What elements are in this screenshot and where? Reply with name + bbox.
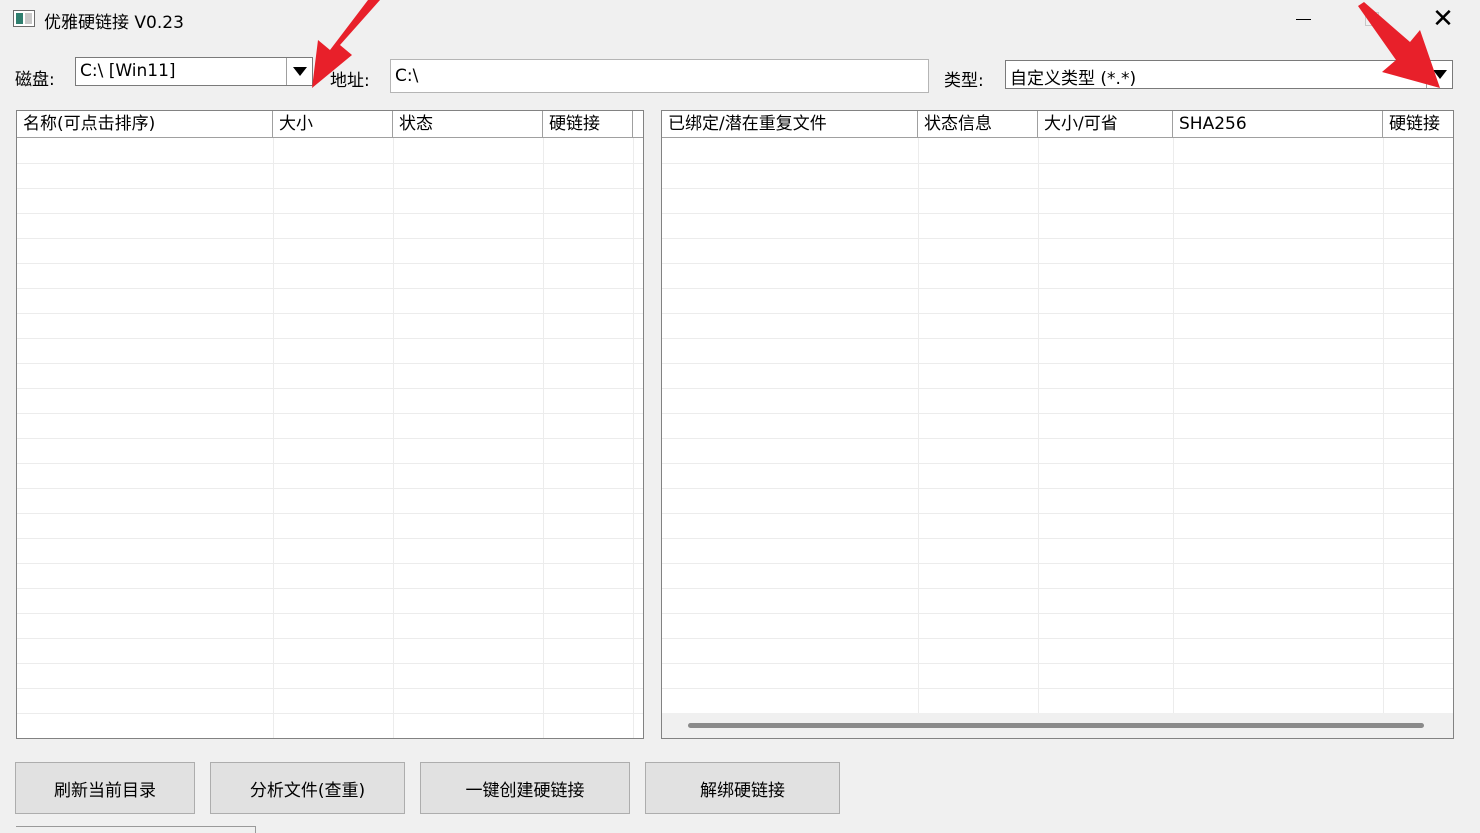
grid-line [17, 413, 643, 414]
grid-line [17, 663, 643, 664]
grid-line [17, 438, 643, 439]
minimize-icon [1295, 18, 1311, 20]
column-header-hardlink[interactable]: 硬链接 [1383, 111, 1453, 137]
grid-line [662, 688, 1453, 689]
grid-line [17, 588, 643, 589]
grid-line [662, 413, 1453, 414]
duplicate-list-header: 已绑定/潜在重复文件 状态信息 大小/可省 SHA256 硬链接 [662, 111, 1453, 138]
close-icon: ✕ [1432, 4, 1454, 34]
grid-line [17, 288, 643, 289]
disk-select[interactable]: C:\ [Win11] [75, 57, 313, 86]
grid-line [17, 513, 643, 514]
grid-line [918, 138, 919, 713]
address-input[interactable] [391, 60, 928, 92]
maximize-button[interactable] [1349, 0, 1395, 38]
close-button[interactable]: ✕ [1420, 0, 1466, 38]
column-header-size-saving[interactable]: 大小/可省 [1038, 111, 1173, 137]
grid-line [662, 238, 1453, 239]
column-header-bound-file[interactable]: 已绑定/潜在重复文件 [662, 111, 918, 137]
minimize-button[interactable] [1280, 0, 1326, 38]
grid-line [662, 338, 1453, 339]
grid-line [662, 388, 1453, 389]
grid-line [1383, 138, 1384, 713]
grid-line [662, 538, 1453, 539]
grid-line [17, 363, 643, 364]
grid-line [662, 663, 1453, 664]
grid-line [17, 313, 643, 314]
grid-line [662, 638, 1453, 639]
duplicate-list[interactable]: 已绑定/潜在重复文件 状态信息 大小/可省 SHA256 硬链接 [661, 110, 1454, 739]
maximize-icon [1365, 12, 1379, 26]
chevron-down-icon[interactable] [1426, 61, 1452, 88]
grid-line [662, 213, 1453, 214]
grid-line [17, 613, 643, 614]
window-title: 优雅硬链接 V0.23 [44, 13, 184, 33]
file-list-body [17, 138, 643, 738]
grid-line [17, 338, 643, 339]
grid-line [662, 438, 1453, 439]
disk-select-value: C:\ [Win11] [80, 61, 176, 81]
grid-line [662, 488, 1453, 489]
grid-line [17, 538, 643, 539]
grid-line [1173, 138, 1174, 713]
duplicate-list-body [662, 138, 1453, 714]
grid-line [662, 163, 1453, 164]
column-header-filler [633, 111, 643, 137]
column-header-status[interactable]: 状态 [393, 111, 543, 137]
grid-line [17, 463, 643, 464]
scrollbar-thumb[interactable] [688, 723, 1424, 728]
grid-line [17, 638, 643, 639]
column-header-status-info[interactable]: 状态信息 [918, 111, 1038, 137]
analyze-files-button[interactable]: 分析文件(查重) [210, 762, 405, 814]
title-bar: 优雅硬链接 V0.23 ✕ [0, 0, 1480, 40]
grid-line [17, 688, 643, 689]
grid-line [662, 613, 1453, 614]
type-select-value: 自定义类型 (*.*) [1010, 69, 1137, 89]
grid-line [662, 363, 1453, 364]
grid-line [17, 488, 643, 489]
app-icon [13, 10, 35, 27]
grid-line [662, 463, 1453, 464]
grid-line [662, 563, 1453, 564]
grid-line [662, 263, 1453, 264]
column-header-size[interactable]: 大小 [273, 111, 393, 137]
grid-line [17, 213, 643, 214]
column-header-hardlink[interactable]: 硬链接 [543, 111, 633, 137]
grid-line [17, 163, 643, 164]
grid-line [17, 263, 643, 264]
disk-label: 磁盘: [15, 70, 55, 90]
grid-line [662, 188, 1453, 189]
create-hardlinks-button[interactable]: 一键创建硬链接 [420, 762, 630, 814]
grid-line [662, 588, 1453, 589]
refresh-directory-button[interactable]: 刷新当前目录 [15, 762, 195, 814]
type-label: 类型: [944, 71, 984, 91]
grid-line [1038, 138, 1039, 713]
type-select[interactable]: 自定义类型 (*.*) [1005, 60, 1453, 89]
column-header-name[interactable]: 名称(可点击排序) [17, 111, 273, 137]
address-input-wrapper[interactable] [390, 59, 929, 93]
unbind-hardlinks-button[interactable]: 解绑硬链接 [645, 762, 840, 814]
grid-line [17, 563, 643, 564]
grid-line [17, 188, 643, 189]
grid-line [662, 313, 1453, 314]
grid-line [17, 388, 643, 389]
column-header-sha256[interactable]: SHA256 [1173, 111, 1383, 137]
grid-line [662, 288, 1453, 289]
file-list[interactable]: 名称(可点击排序) 大小 状态 硬链接 [16, 110, 644, 739]
chevron-down-icon[interactable] [286, 58, 312, 85]
file-list-header: 名称(可点击排序) 大小 状态 硬链接 [17, 111, 643, 138]
grid-line [17, 238, 643, 239]
horizontal-scrollbar[interactable] [662, 713, 1453, 738]
grid-line [17, 713, 643, 714]
address-label: 地址: [330, 71, 370, 91]
grid-line [662, 513, 1453, 514]
status-bar-edge [16, 826, 256, 833]
